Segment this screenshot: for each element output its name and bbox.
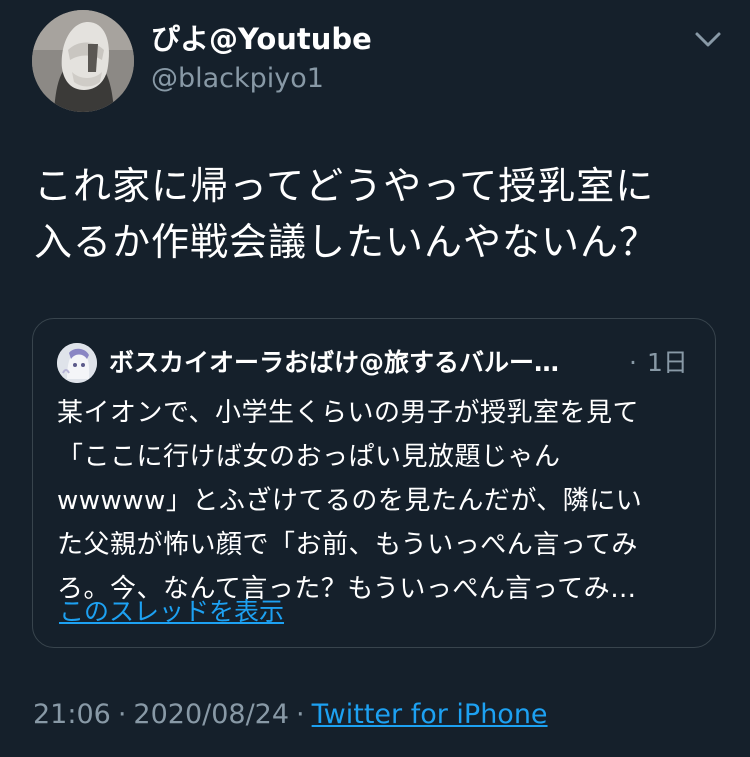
meta-separator: · — [296, 699, 305, 730]
quoted-text-line: 某イオンで、小学生くらいの男子が授乳室を見て — [57, 398, 639, 428]
quoted-text-line: た父親が怖い顔で「お前、もういっぺん言ってみ — [57, 530, 638, 560]
ghost-character-avatar-icon — [57, 343, 97, 383]
tweet-date: 2020/08/24 — [133, 699, 290, 730]
author-handle[interactable]: @blackpiyo1 — [151, 62, 324, 96]
tweet-text-line: 入るか作戦会議したいんやないん？ — [34, 220, 659, 264]
quoted-text-line: wwwww」とふざけてるのを見たんだが、隣にい — [57, 486, 643, 516]
quoted-author-avatar — [57, 343, 97, 383]
show-thread-link[interactable]: このスレッドを表示 — [59, 595, 284, 629]
quoted-separator: · — [629, 348, 637, 377]
quoted-tweet-text: 某イオンで、小学生くらいの男子が授乳室を見て 「ここに行けば女のおっぱい見放題じ… — [57, 391, 697, 611]
quoted-text-line: 「ここに行けば女のおっぱい見放題じゃん — [57, 442, 561, 472]
author-display-name[interactable]: ぴよ@Youtube — [151, 20, 372, 58]
tweet-metadata: 21:06 · 2020/08/24 · Twitter for iPhone — [33, 697, 548, 733]
quoted-tweet-card[interactable]: ボスカイオーラおばけ@旅するバルー… · 1日 某イオンで、小学生くらいの男子が… — [32, 318, 716, 648]
tweet-text-line: これ家に帰ってどうやって授乳室に — [34, 164, 655, 208]
author-avatar[interactable] — [32, 10, 134, 112]
quoted-time-ago: 1日 — [647, 348, 688, 377]
meta-separator: · — [117, 699, 127, 730]
tweet-source-link[interactable]: Twitter for iPhone — [312, 699, 548, 730]
tweet-text: これ家に帰ってどうやって授乳室に 入るか作戦会議したいんやないん？ — [34, 158, 724, 270]
masked-person-avatar-icon — [32, 10, 134, 112]
tweet-time: 21:06 — [33, 699, 111, 730]
chevron-down-icon[interactable] — [692, 26, 724, 52]
quoted-author-name: ボスカイオーラおばけ@旅するバルー… — [109, 348, 560, 377]
